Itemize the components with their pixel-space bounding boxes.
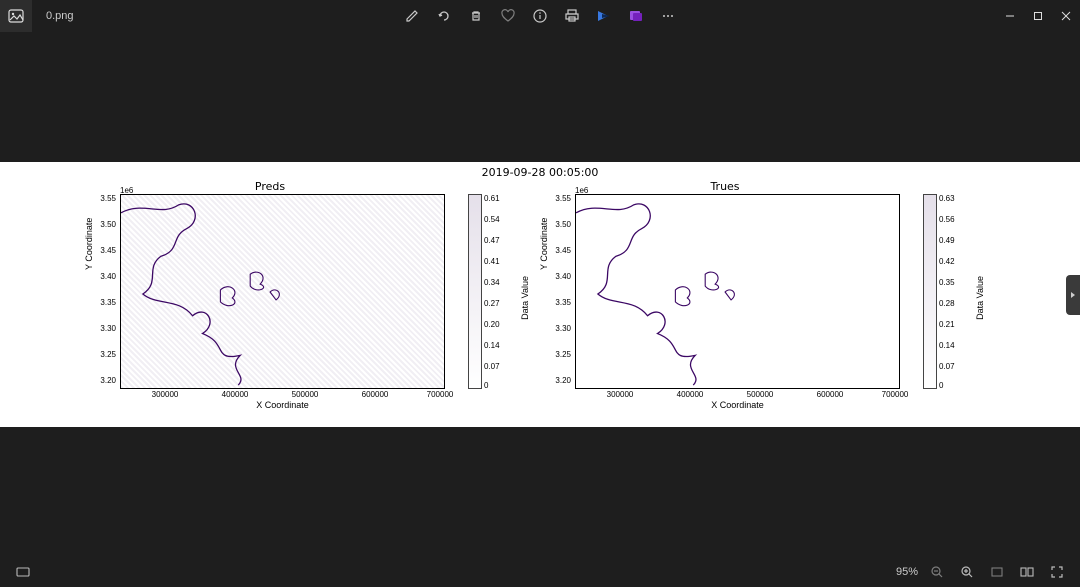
chart-panel-trues: Trues 1e6 Y Coordinate X Coordinate 3.55… bbox=[545, 182, 965, 417]
coastline-preds bbox=[121, 195, 444, 388]
colorbar-preds bbox=[468, 194, 482, 389]
minimize-button[interactable] bbox=[996, 0, 1024, 32]
actual-size-icon[interactable] bbox=[1018, 563, 1036, 581]
figure-suptitle: 2019-09-28 00:05:00 bbox=[0, 166, 1080, 179]
zoom-out-icon[interactable] bbox=[928, 563, 946, 581]
rotate-icon[interactable] bbox=[436, 8, 452, 24]
axes-preds bbox=[120, 194, 445, 389]
center-action-bar bbox=[404, 8, 676, 24]
xlabel-preds: X Coordinate bbox=[120, 400, 445, 410]
chart-title-trues: Trues bbox=[545, 180, 905, 193]
delete-icon[interactable] bbox=[468, 8, 484, 24]
chart-title-preds: Preds bbox=[90, 180, 450, 193]
chart-panel-preds: Preds 1e6 Y Coordinate X Coordinate 3.55… bbox=[90, 182, 510, 417]
xticks-preds: 300000 400000 500000 600000 700000 bbox=[120, 390, 445, 400]
fullscreen-icon[interactable] bbox=[1048, 563, 1066, 581]
axes-trues bbox=[575, 194, 900, 389]
statusbar: 95% bbox=[0, 557, 1080, 587]
yticks-trues: 3.55 3.50 3.45 3.40 3.35 3.30 3.25 3.20 bbox=[545, 194, 573, 389]
background-app-icon[interactable] bbox=[628, 8, 644, 24]
viewport-top-padding bbox=[0, 32, 1080, 162]
xticks-trues: 300000 400000 500000 600000 700000 bbox=[575, 390, 900, 400]
yticks-preds: 3.55 3.50 3.45 3.40 3.35 3.30 3.25 3.20 bbox=[90, 194, 118, 389]
filename-label: 0.png bbox=[32, 10, 88, 22]
close-button[interactable] bbox=[1052, 0, 1080, 32]
maximize-button[interactable] bbox=[1024, 0, 1052, 32]
filmstrip-toggle[interactable] bbox=[1066, 275, 1080, 315]
image-viewport[interactable]: 2019-09-28 00:05:00 Preds 1e6 Y Coordina… bbox=[0, 32, 1080, 557]
colorbar-ticks-preds: 0.61 0.54 0.47 0.41 0.34 0.27 0.20 0.14 … bbox=[484, 194, 510, 389]
gallery-view-icon[interactable] bbox=[14, 563, 32, 581]
viewport-bottom-padding bbox=[0, 427, 1080, 557]
colorbar-label-trues: Data Value bbox=[975, 276, 985, 320]
zoom-in-icon[interactable] bbox=[958, 563, 976, 581]
fit-to-window-icon[interactable] bbox=[988, 563, 1006, 581]
coastline-trues bbox=[576, 195, 899, 388]
xlabel-trues: X Coordinate bbox=[575, 400, 900, 410]
colorbar-trues bbox=[923, 194, 937, 389]
edit-icon[interactable] bbox=[404, 8, 420, 24]
clipchamp-icon[interactable] bbox=[596, 8, 612, 24]
window-controls bbox=[996, 0, 1080, 32]
colorbar-label-preds: Data Value bbox=[520, 276, 530, 320]
colorbar-ticks-trues: 0.63 0.56 0.49 0.42 0.35 0.28 0.21 0.14 … bbox=[939, 194, 965, 389]
displayed-image: 2019-09-28 00:05:00 Preds 1e6 Y Coordina… bbox=[0, 162, 1080, 427]
info-icon[interactable] bbox=[532, 8, 548, 24]
print-icon[interactable] bbox=[564, 8, 580, 24]
zoom-level-label: 95% bbox=[896, 566, 918, 578]
titlebar: 0.png bbox=[0, 0, 1080, 32]
photos-app-icon bbox=[0, 0, 32, 32]
more-icon[interactable] bbox=[660, 8, 676, 24]
favorite-icon[interactable] bbox=[500, 8, 516, 24]
